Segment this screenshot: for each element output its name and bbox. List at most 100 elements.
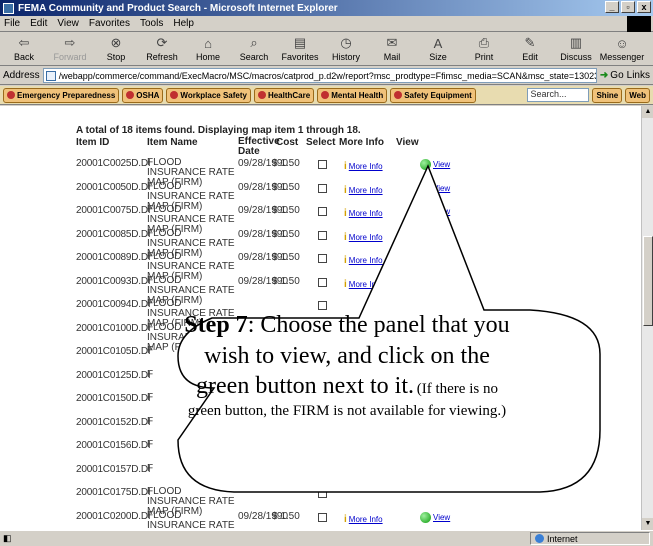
view-button[interactable]: View [420,182,451,194]
view-label: View [433,207,451,216]
stop-button[interactable]: ⊗ Stop [96,35,136,62]
header-view: View [396,137,419,148]
more-info-link[interactable]: i More Info [344,279,383,290]
home-button[interactable]: ⌂ Home [188,35,228,63]
more-info-link[interactable]: i More Info [344,161,383,172]
links-label[interactable]: Links [627,70,650,81]
item-id: 20001C0105D.DI [76,346,151,357]
table-row: 20001C0075D.DI FLOOD INSURANCE RATE MAP (… [76,205,450,235]
security-zone: Internet [530,532,650,545]
scroll-down-icon[interactable]: ▼ [642,518,653,530]
more-info-label: More Info [348,232,383,242]
header-item-id: Item ID [76,137,110,148]
scroll-up-icon[interactable]: ▲ [642,106,653,118]
select-checkbox[interactable] [318,254,327,263]
green-view-icon[interactable] [420,511,431,523]
header-item-name: Item Name [147,137,198,148]
select-checkbox[interactable] [318,512,327,522]
maximize-button[interactable]: ▫ [621,1,635,13]
green-view-icon[interactable] [420,276,431,288]
select-checkbox[interactable] [318,489,327,498]
green-view-icon[interactable] [420,253,431,264]
discuss-button[interactable]: ▥ Discuss [556,35,596,62]
more-info-link[interactable]: i More Info [344,208,383,219]
menu-edit[interactable]: Edit [30,18,47,29]
back-button[interactable]: ⇦ Back [4,35,44,62]
address-input[interactable]: /webapp/commerce/command/ExecMacro/MSC/m… [42,68,597,83]
link-icon [394,91,403,99]
search-button[interactable]: ⌕ Search [234,35,274,62]
menu-view[interactable]: View [57,18,79,29]
scroll-thumb[interactable] [643,236,653,326]
item-id: 20001C0125D.DI [76,369,151,381]
link-icon [321,91,330,99]
mail-button[interactable]: ✉ Mail [372,35,412,62]
more-info-label: More Info [348,209,383,218]
link-mental-health[interactable]: Mental Health [317,87,388,103]
menu-help[interactable]: Help [173,18,194,29]
vertical-scrollbar[interactable]: ▲ ▼ [641,106,653,530]
green-view-icon[interactable] [420,229,431,241]
menu-tools[interactable]: Tools [140,18,163,29]
menu-file[interactable]: File [4,18,20,29]
minimize-button[interactable]: _ [605,1,619,13]
forward-button[interactable]: ⇨ Forward [50,35,90,62]
green-view-icon[interactable] [420,206,431,217]
green-view-icon[interactable] [420,159,431,170]
zone-label: Internet [547,533,578,544]
select-checkbox[interactable] [318,207,327,216]
link-icon [257,91,266,99]
window-titlebar: FEMA Community and Product Search - Micr… [0,0,653,16]
link-osha[interactable]: OSHA [122,87,164,103]
select-checkbox[interactable] [318,160,327,169]
print-icon: ⎙ [478,35,490,50]
select-checkbox[interactable] [318,301,327,310]
standard-toolbar: ⇦ Back ⇨ Forward ⊗ Stop ⟳ Refresh ⌂ Home ⌕ Sea… [0,33,653,66]
table-row: 20001C0085D.DI FLOOD INSURANCE RATE MAP (… [76,228,450,258]
item-name: F [147,439,154,450]
view-button[interactable]: View [420,511,450,523]
size-button[interactable]: A Size [418,35,458,63]
link-emergency-preparedness[interactable]: Emergency Preparedness [3,87,120,103]
item-cost: $ 1.50 [272,205,300,216]
view-label: View [433,183,451,193]
link-healthcare[interactable]: HealthCare [253,87,315,103]
refresh-button[interactable]: ⟳ Refresh [142,35,182,62]
messenger-button[interactable]: ☺ Messenger [600,35,645,63]
size-icon: A [433,35,443,51]
select-checkbox[interactable] [318,183,327,193]
view-button[interactable]: View [420,253,450,264]
discuss-icon: ▥ [569,35,583,50]
menu-favorites[interactable]: Favorites [89,18,130,29]
history-button[interactable]: ◷ History [326,35,366,62]
more-info-link[interactable]: i More Info [344,514,383,525]
favorites-button[interactable]: ▤ Favorites [280,35,320,62]
link-web[interactable]: Web [625,87,650,103]
messenger-icon: ☺ [615,35,629,51]
item-id: 20001C0050D.DI [76,181,151,193]
green-view-icon[interactable] [420,182,431,194]
item-id: 20001C0152D.DI [76,416,151,428]
toolbar-search-input[interactable]: Search... [527,88,590,102]
more-info-label: More Info [348,514,383,524]
view-button[interactable]: View [420,229,450,241]
more-info-link[interactable]: i More Info [344,232,383,243]
edit-button[interactable]: ✎ Edit [510,35,550,62]
print-button[interactable]: ⎙ Print [464,35,504,62]
item-cost: $ 1.50 [272,158,300,169]
link-workplace-safety[interactable]: Workplace Safety [166,87,251,103]
go-button[interactable]: ➜ Go [600,70,624,81]
view-button[interactable]: View [420,276,450,288]
close-button[interactable]: x [637,1,651,13]
select-checkbox[interactable] [318,230,327,240]
select-checkbox[interactable] [318,442,327,451]
link-shine[interactable]: Shine [592,87,623,103]
link-safety-equipment[interactable]: Safety Equipment [390,87,476,103]
view-button[interactable]: View [420,159,450,170]
more-info-link[interactable]: i More Info [344,255,383,266]
more-info-link[interactable]: i More Info [344,185,383,196]
view-button[interactable]: View [420,206,450,217]
select-checkbox[interactable] [318,465,327,475]
select-checkbox[interactable] [318,277,327,287]
item-name: FLOOD INSURANCE RATE MAP (FIRM) [147,509,235,530]
